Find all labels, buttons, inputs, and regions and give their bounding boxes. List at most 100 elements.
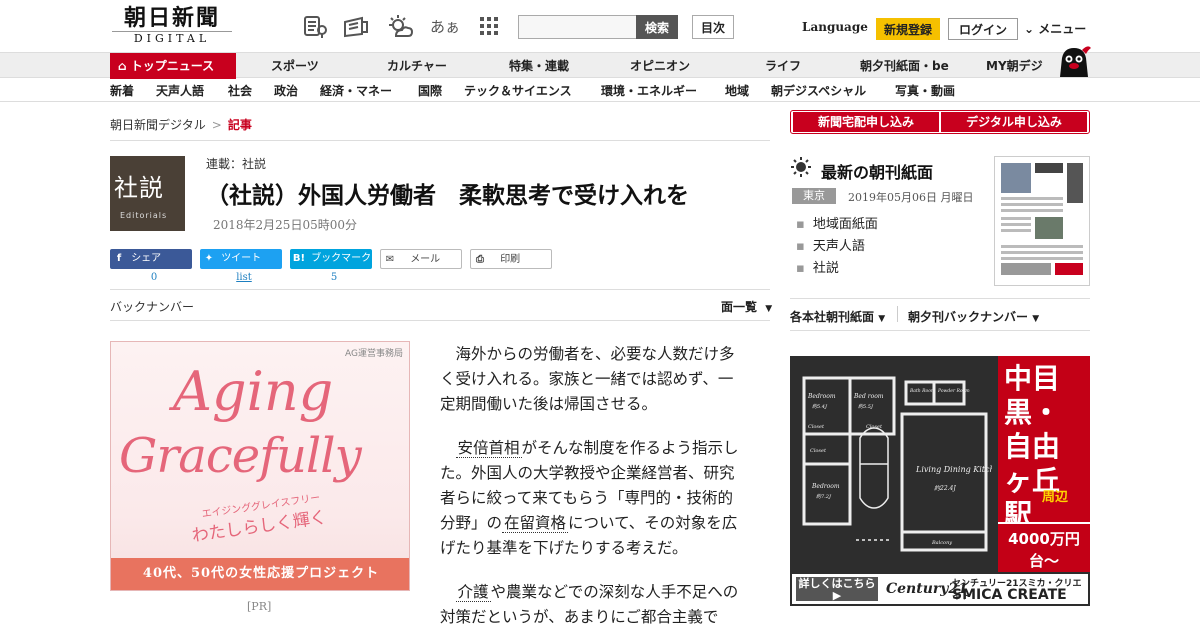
estate-location-line2: 自由ヶ丘駅 — [1004, 430, 1061, 531]
bullet-icon: ▪ — [796, 261, 805, 276]
floorplan-image: Bedroom 約5.4J Bed room 約5.5J Bath Room P… — [796, 364, 992, 572]
home-icon: ⌂ — [118, 59, 127, 73]
ad-banner: 40代、50代の女性応援プロジェクト — [111, 558, 409, 590]
asahi-digital-logo[interactable]: 朝日新聞 DIGITAL — [112, 6, 232, 48]
toc-button[interactable]: 目次 — [692, 15, 734, 39]
share-facebook-button[interactable]: f シェア — [110, 249, 192, 269]
primary-nav: ⌂ トップニュース スポーツ カルチャー 特集・連載 オピニオン ライフ 朝夕刊… — [0, 52, 1200, 79]
regional-morning-paper-dropdown[interactable]: 各本社朝刊紙面 ▼ — [790, 308, 885, 325]
room-size: 約5.5J — [858, 403, 874, 410]
nav-sports[interactable]: スポーツ — [271, 53, 319, 79]
estate-details-button[interactable]: 詳しくはこちら ▶ — [796, 577, 878, 602]
nav-tensei-jingo[interactable]: 天声人語 — [156, 82, 204, 99]
facebook-icon: f — [116, 253, 122, 264]
paper-link-label: 社説 — [812, 261, 839, 276]
search-input[interactable] — [518, 15, 638, 39]
nav-latest[interactable]: 新着 — [110, 82, 134, 99]
dropdown-label: 朝夕刊バックナンバー — [908, 310, 1029, 324]
article-body: 海外からの労働者を、必要な人数だけ多く受け入れる。家族と一緒では認めず、一定期間… — [440, 342, 746, 630]
edition-badge: 東京 — [792, 188, 836, 204]
keyword-link[interactable]: 安倍首相 — [455, 439, 522, 458]
search-button[interactable]: 検索 — [636, 15, 678, 39]
nav-my-asadigi[interactable]: MY朝デジ — [986, 53, 1043, 79]
nav-politics[interactable]: 政治 — [274, 82, 298, 99]
ad-aging-gracefully[interactable]: AG運営事務局 Aging Gracefully エイジンググレイスフリー わた… — [110, 341, 410, 591]
logo-kanji: 朝日新聞 — [123, 5, 220, 31]
paper-link-regional[interactable]: ▪ 地域面紙面 — [796, 213, 878, 232]
estate-location-line1: 中目黒・ — [1004, 362, 1061, 429]
sun-icon — [790, 156, 812, 178]
nav-life[interactable]: ライフ — [765, 53, 801, 79]
menu-button[interactable]: ⌄ メニュー — [1024, 20, 1086, 37]
hatena-bookmark-icon: B! — [292, 253, 306, 264]
nav-economy[interactable]: 経済・マネー — [320, 82, 392, 99]
nav-special[interactable]: 朝デジスペシャル — [771, 82, 866, 99]
paper-backnumber-dropdown[interactable]: 朝夕刊バックナンバー ▼ — [908, 308, 1039, 325]
nav-culture[interactable]: カルチャー — [387, 53, 447, 79]
estate-footer: 詳しくはこちら ▶ Century21 センチュリー21スミカ・クリエイト SM… — [790, 572, 1090, 606]
grid-menu-icon[interactable] — [476, 14, 502, 40]
estate-location: 中目黒・ 自由ヶ丘駅 — [1004, 362, 1086, 532]
room-size: 約5.4J — [812, 403, 828, 410]
keyword-link[interactable]: 介護 — [455, 583, 491, 602]
share-mail-button[interactable]: ✉ メール — [380, 249, 462, 269]
mascot-icon[interactable] — [1056, 44, 1092, 78]
news-list-icon[interactable] — [302, 14, 328, 40]
ad-real-estate[interactable]: Bedroom 約5.4J Bed room 約5.5J Bath Room P… — [790, 356, 1090, 606]
nav-top-news[interactable]: ⌂ トップニュース — [110, 53, 236, 79]
keyword-link[interactable]: 在留資格 — [502, 514, 569, 533]
nav-photo-video[interactable]: 写真・動画 — [895, 82, 955, 99]
newspaper-thumbnail[interactable] — [994, 156, 1090, 286]
paper-link-tensei[interactable]: ▪ 天声人語 — [796, 235, 865, 254]
nav-environment[interactable]: 環境・エネルギー — [601, 82, 697, 99]
nav-region[interactable]: 地域 — [725, 82, 749, 99]
room-label: Bed room — [853, 393, 884, 400]
signup-button[interactable]: 新規登録 — [876, 18, 940, 40]
login-button[interactable]: ログイン — [948, 18, 1018, 40]
twitter-count[interactable]: list — [203, 272, 285, 283]
newspaper-icon[interactable] — [342, 14, 368, 40]
ad-pr-label: [PR] — [247, 600, 272, 613]
divider — [110, 140, 770, 141]
ad-script-line1: Aging — [173, 360, 334, 423]
room-label: Bedroom — [811, 483, 840, 490]
logo-sub: DIGITAL — [112, 31, 232, 46]
breadcrumb: 朝日新聞デジタル > 記事 — [110, 116, 252, 133]
nav-paper-be[interactable]: 朝夕刊紙面・be — [860, 53, 949, 79]
subscribe-digital-button[interactable]: デジタル申し込み — [941, 112, 1087, 132]
language-link[interactable]: Language — [802, 20, 868, 34]
article-paragraph: 介護 や農業などでの深刻な人手不足への対策だというが、あまりにご都合主義で — [440, 580, 746, 630]
nav-tech-science[interactable]: テック＆サイエンス — [464, 82, 572, 99]
editorial-series-logo[interactable]: 社説 Editorials — [110, 156, 185, 231]
breadcrumb-current: 記事 — [227, 118, 252, 132]
room-label: Closet — [866, 424, 883, 430]
share-label: シェア — [131, 253, 162, 264]
site-header: 朝日新聞 DIGITAL あぁ 検索 目次 Language 新規登録 ログイン… — [0, 0, 1200, 52]
nav-features[interactable]: 特集・連載 — [509, 53, 569, 79]
latest-paper-title[interactable]: 最新の朝刊紙面 — [821, 159, 933, 183]
font-size-icon[interactable]: あぁ — [430, 14, 460, 40]
breadcrumb-home[interactable]: 朝日新聞デジタル — [110, 118, 206, 132]
share-print-button[interactable]: ⎙ 印刷 — [470, 249, 552, 269]
backnumber-link[interactable]: バックナンバー — [110, 298, 194, 315]
nav-opinion[interactable]: オピニオン — [630, 53, 690, 79]
paragraph-text: 海外からの労働者を、必要な人数だけ多く受け入れる。家族と一緒では認めず、一定期間… — [440, 345, 735, 413]
divider — [790, 298, 1090, 299]
mail-icon: ✉ — [385, 254, 395, 265]
subscribe-buttons: 新聞宅配申し込み デジタル申し込み — [790, 110, 1090, 134]
article-date: 2018年2月25日05時00分 — [213, 218, 357, 232]
share-hatena-button[interactable]: B! ブックマーク — [290, 249, 372, 269]
article-paragraph: 海外からの労働者を、必要な人数だけ多く受け入れる。家族と一緒では認めず、一定期間… — [440, 342, 746, 417]
share-twitter-button[interactable]: ✦ ツイート — [200, 249, 282, 269]
nav-society[interactable]: 社会 — [228, 82, 252, 99]
page-list-dropdown[interactable]: 面一覧 ▼ — [721, 298, 772, 315]
bullet-icon: ▪ — [796, 217, 805, 232]
series-label[interactable]: 連載：社説 — [206, 155, 266, 172]
subscribe-home-delivery-button[interactable]: 新聞宅配申し込み — [793, 112, 939, 132]
nav-international[interactable]: 国際 — [418, 82, 442, 99]
facebook-count: 0 — [150, 272, 158, 283]
article-title: （社説）外国人労働者 柔軟思考で受け入れを — [206, 183, 689, 209]
room-label: Bath Room — [909, 388, 935, 394]
paper-link-editorial[interactable]: ▪ 社説 — [796, 257, 839, 276]
weather-icon[interactable] — [386, 14, 414, 40]
